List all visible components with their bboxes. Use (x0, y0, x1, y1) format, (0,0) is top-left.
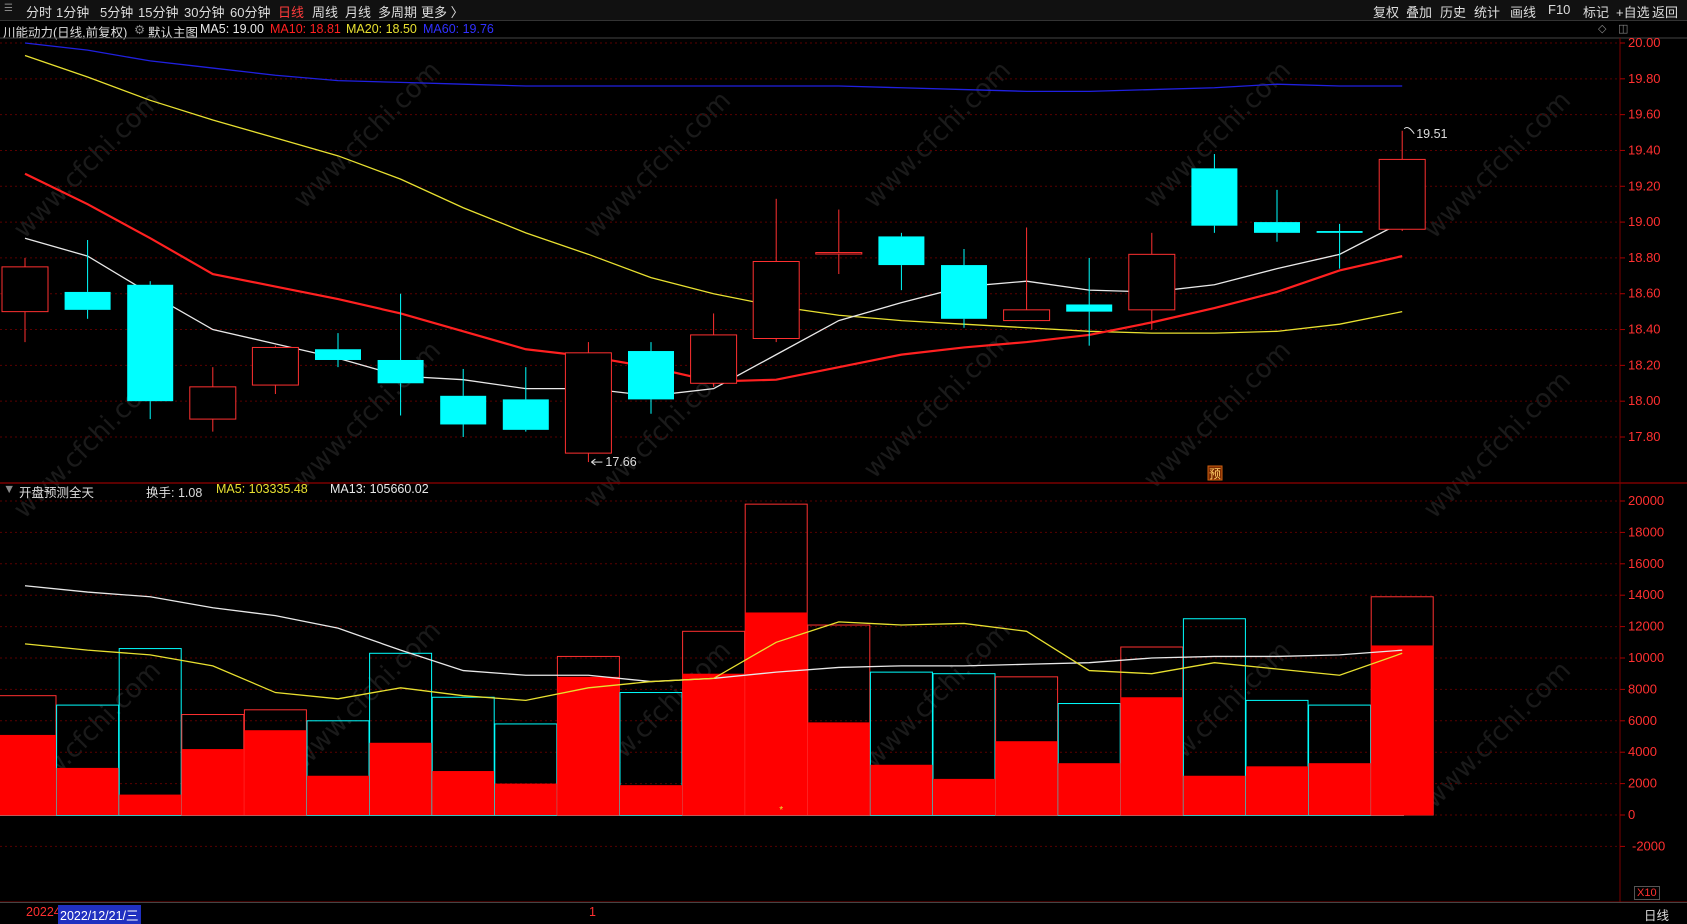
candle-body-up (1003, 309, 1051, 322)
volume-bar-fill (807, 722, 870, 815)
volume-tick-label: 18000 (1628, 524, 1664, 539)
candle-body-up (690, 334, 738, 384)
candle-body-up (189, 386, 237, 420)
price-tick-label: 17.80 (1628, 429, 1661, 444)
candle-body-up (752, 260, 800, 339)
price-tick-label: 18.40 (1628, 322, 1661, 337)
candle-body-down (377, 359, 424, 384)
candle-body-up (1, 266, 49, 313)
candle-body-down (1066, 304, 1113, 312)
volume-bar-fill (432, 771, 495, 815)
volume-bar-outline (118, 648, 182, 816)
volume-tick-label: 2000 (1628, 776, 1657, 791)
stock-chart-canvas[interactable]: * 20.00 19.80 19.60 19.40 19.20 19.00 18.80 18.… (0, 0, 1687, 921)
candle-body-down (1191, 168, 1238, 226)
volume-tick-label: 10000 (1628, 650, 1664, 665)
volume-bar-fill (870, 764, 933, 815)
volume-bar-fill (1120, 697, 1183, 815)
volume-bar-fill (244, 730, 307, 815)
candle-body-down (440, 395, 487, 425)
candle-body-down (941, 265, 987, 319)
price-tick-label: 18.20 (1628, 357, 1661, 372)
price-tick-label: 19.80 (1628, 71, 1661, 86)
forecast-marker-text: 预 (1209, 467, 1221, 481)
volume-bar-fill (620, 785, 682, 815)
candle-body-down (628, 351, 674, 400)
volume-bar-fill (119, 794, 182, 815)
candle-body-down (878, 236, 925, 266)
volume-bar-fill (369, 742, 432, 815)
volume-bar-fill (1371, 645, 1434, 815)
volume-tick-label: 16000 (1628, 556, 1664, 571)
price-axis: 20.00 19.80 19.60 19.40 19.20 19.00 18.80 18.60… (1620, 35, 1665, 853)
volume-bar-fill (0, 734, 56, 815)
volume-bar-fill (1183, 775, 1246, 815)
volume-scale-label: X10 (1634, 886, 1660, 900)
volume-bar-fill (181, 749, 244, 815)
ma60-line (24, 42, 1403, 93)
volume-bar-fill (1308, 763, 1371, 815)
volume-bar-fill (557, 676, 620, 815)
candle-body-up (251, 346, 299, 386)
candle-body-down (1316, 231, 1363, 233)
volume-tick-label: 14000 (1628, 587, 1664, 602)
volume-ma13-line (24, 585, 1403, 683)
candle-body-down (315, 349, 361, 360)
high-arrow (1403, 127, 1415, 135)
volume-tick-label: 4000 (1628, 744, 1657, 759)
candle-body-up (815, 252, 863, 255)
price-tick-label: 18.00 (1628, 393, 1661, 408)
price-tick-label: 18.60 (1628, 286, 1661, 301)
price-tick-label: 18.80 (1628, 250, 1661, 265)
candle-body-up (1128, 253, 1176, 311)
volume-bars: * (0, 503, 1434, 816)
volume-bar-fill (56, 767, 119, 815)
date-prefix: 20224 (26, 905, 61, 919)
candle-body-up (564, 352, 612, 454)
candle-body-down (502, 399, 549, 430)
volume-marker: * (779, 805, 783, 816)
price-tick-label: 19.00 (1628, 214, 1661, 229)
candle-body-down (1254, 222, 1300, 233)
low-price-label: 17.66 (605, 455, 636, 469)
high-price-label: 19.51 (1416, 127, 1447, 141)
date-marker: 1 (589, 905, 596, 919)
bottom-period-label[interactable]: 日线 (1644, 905, 1669, 924)
volume-bar-fill (494, 783, 557, 815)
volume-bar-fill (1058, 763, 1121, 815)
volume-tick-label: 0 (1628, 807, 1635, 822)
volume-tick-label: 8000 (1628, 681, 1657, 696)
selected-date[interactable]: 2022/12/21/三 (58, 905, 141, 924)
price-tick-label: 19.40 (1628, 142, 1661, 157)
price-tick-label: 19.60 (1628, 107, 1661, 122)
annotations: 19.51 17.66 预 (591, 127, 1448, 481)
volume-bar-fill (933, 778, 995, 815)
candle-body-up (1378, 158, 1426, 230)
volume-bar-fill (1246, 766, 1308, 815)
volume-tick-label: 12000 (1628, 619, 1664, 634)
volume-tick-label: 20000 (1628, 493, 1664, 508)
candlesticks (1, 130, 1426, 463)
date-bar: 20224 2022/12/21/三 1 日线 (0, 902, 1687, 924)
volume-bar-fill (995, 741, 1058, 815)
volume-bar-fill (307, 775, 369, 815)
volume-bar-fill (682, 673, 745, 815)
price-tick-label: 20.00 (1628, 35, 1661, 50)
candle-body-down (127, 284, 174, 402)
volume-tick-label: 6000 (1628, 713, 1657, 728)
volume-tick-label: -2000 (1632, 838, 1665, 853)
price-tick-label: 19.20 (1628, 178, 1661, 193)
candle-body-down (64, 291, 111, 310)
